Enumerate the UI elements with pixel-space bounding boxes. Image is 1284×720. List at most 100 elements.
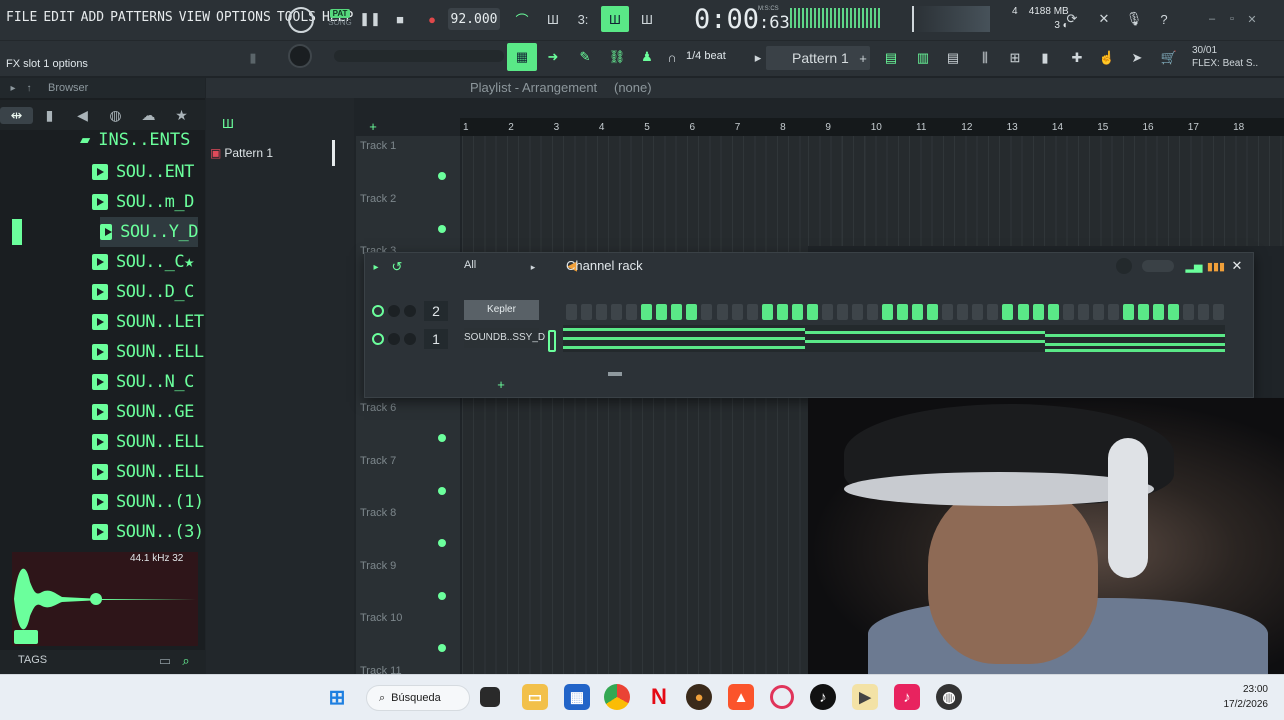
channel-1-piano-roll-preview[interactable] [563, 325, 1225, 352]
browser-up-icon[interactable]: ↑ [22, 80, 36, 96]
track-mute-led[interactable] [438, 644, 446, 652]
browser-item[interactable]: SOUN..ELL [92, 337, 204, 367]
minimize-icon[interactable]: – [1206, 10, 1218, 28]
browser-folder[interactable]: ▰ INS..ENTS [80, 130, 190, 150]
track-label[interactable]: Track 2 [360, 193, 396, 205]
chrome-icon[interactable] [604, 684, 630, 710]
rack-menu-arrow-icon[interactable]: ▸ [370, 259, 382, 275]
channel-1-number[interactable]: 1 [424, 329, 448, 349]
task-view-icon[interactable] [480, 687, 500, 707]
master-pitch-knob[interactable] [288, 44, 312, 68]
menu-patterns[interactable]: PATTERNS [110, 10, 173, 25]
plugin-icon[interactable]: ✚ [1066, 46, 1088, 70]
fl-studio-icon[interactable]: ● [686, 684, 712, 710]
step-button[interactable] [806, 304, 818, 320]
microphone-icon[interactable]: 🎙 [1122, 8, 1146, 30]
step-button[interactable] [686, 304, 698, 320]
track-label[interactable]: Track 8 [360, 507, 396, 519]
pat-song-toggle[interactable]: PAT SONG [326, 5, 354, 31]
browser-item[interactable]: SOU..Y_D [100, 217, 198, 247]
step-button[interactable] [761, 304, 773, 320]
wait-for-input-icon[interactable]: Ш [540, 8, 566, 30]
store-icon[interactable]: ▦ [564, 684, 590, 710]
step-button[interactable] [987, 304, 999, 320]
playlist-icon[interactable]: ▤ [880, 46, 902, 70]
close-icon[interactable]: ✕ [1246, 10, 1258, 28]
master-volume-knob[interactable] [288, 7, 314, 33]
pitch-slider[interactable] [334, 50, 504, 62]
stamp-icon[interactable]: ♟ [636, 46, 658, 68]
browser-menu-arrow-icon[interactable]: ▸ [6, 80, 20, 96]
step-edit-icon[interactable]: Ш [601, 6, 629, 32]
browser-tree-icon[interactable]: ⊞ [1004, 46, 1026, 70]
browser-item[interactable]: SOU..m_D [92, 187, 194, 217]
step-button[interactable] [1077, 304, 1089, 320]
track-mute-led[interactable] [438, 539, 446, 547]
track-label[interactable]: Track 6 [360, 402, 396, 414]
file-icon[interactable]: ▮ [1034, 46, 1056, 70]
files-tab-icon[interactable]: ▮ [33, 107, 66, 124]
step-button[interactable] [746, 304, 758, 320]
system-clock[interactable]: 23:00 17/2/2026 [1210, 682, 1269, 712]
windows-start-icon[interactable]: ⊞ [324, 684, 350, 710]
step-button[interactable] [972, 304, 984, 320]
step-button[interactable] [851, 304, 863, 320]
track-label[interactable]: Track 1 [360, 140, 396, 152]
step-button[interactable] [731, 304, 743, 320]
browser-item[interactable]: SOUN..LET [92, 307, 204, 337]
step-button[interactable] [626, 304, 638, 320]
browser-item[interactable]: SOU..ENT [92, 157, 194, 187]
rack-undo-icon[interactable]: ↺ [390, 259, 404, 275]
channel-2-name-button[interactable]: Kepler [464, 300, 539, 320]
rack-close-icon[interactable]: ✕ [1230, 258, 1244, 274]
step-button[interactable] [912, 304, 924, 320]
browser-item[interactable]: SOU..D_C [92, 277, 194, 307]
channel-2-pan-knob[interactable] [388, 305, 400, 317]
menu-file[interactable]: FILE [6, 10, 37, 25]
step-button[interactable] [1047, 304, 1059, 320]
playlist-view-icon[interactable]: ▦ [507, 43, 537, 71]
media-player-icon[interactable]: ▶ [852, 684, 878, 710]
step-button[interactable] [897, 304, 909, 320]
step-button[interactable] [791, 304, 803, 320]
channel-2-volume-knob[interactable] [404, 305, 416, 317]
tools-icon[interactable]: ✕ [1092, 8, 1116, 30]
track-mute-led[interactable] [438, 172, 446, 180]
menu-edit[interactable]: EDIT [43, 10, 74, 25]
browser-item[interactable]: SOUN..(1) [92, 487, 204, 517]
play-pattern-icon[interactable]: ▸ [752, 48, 764, 68]
all-tab-icon[interactable]: ⇹ [0, 106, 33, 124]
step-button[interactable] [1092, 304, 1104, 320]
steps-icon[interactable]: ▮▮▮ [1207, 258, 1225, 274]
step-button[interactable] [1168, 304, 1179, 320]
file-explorer-icon[interactable]: ▭ [522, 684, 548, 710]
channel-1-pan-knob[interactable] [388, 333, 400, 345]
browser-item[interactable]: SOUN..ELL [92, 457, 204, 487]
loop-record-icon[interactable]: Ш [634, 8, 660, 30]
filter-arrow-icon[interactable]: ▸ [528, 259, 538, 275]
step-button[interactable] [671, 304, 683, 320]
add-channel-icon[interactable]: + [494, 376, 508, 392]
send-icon[interactable]: ➤ [1126, 46, 1148, 70]
tiktok-studio-icon[interactable]: ♪ [894, 684, 920, 710]
step-button[interactable] [1017, 304, 1029, 320]
app-icon[interactable]: ◍ [936, 684, 962, 710]
rack-slider[interactable] [1142, 260, 1174, 272]
browser-item[interactable]: SOUN..ELL [92, 427, 204, 457]
favorites-tab-icon[interactable]: ★ [165, 107, 198, 124]
stop-icon[interactable]: ■ [390, 8, 410, 30]
step-button[interactable] [927, 304, 939, 320]
pattern-picker-icon[interactable]: Ш [218, 114, 238, 132]
browser-item[interactable]: SOU..N_C [92, 367, 194, 397]
channel-2-number[interactable]: 2 [424, 301, 448, 321]
mixer-icon[interactable]: ⫼ [974, 46, 996, 70]
pattern-item[interactable]: ▣ Pattern 1 [210, 145, 334, 161]
step-button[interactable] [1137, 304, 1149, 320]
step-button[interactable] [957, 304, 969, 320]
tiktok-icon[interactable]: ♪ [810, 684, 836, 710]
channel-1-volume-knob[interactable] [404, 333, 416, 345]
netflix-icon[interactable]: N [646, 684, 672, 710]
arrow-right-icon[interactable]: ➜ [542, 46, 564, 68]
channel-1-mute-led[interactable] [372, 333, 384, 345]
step-button[interactable] [596, 304, 608, 320]
